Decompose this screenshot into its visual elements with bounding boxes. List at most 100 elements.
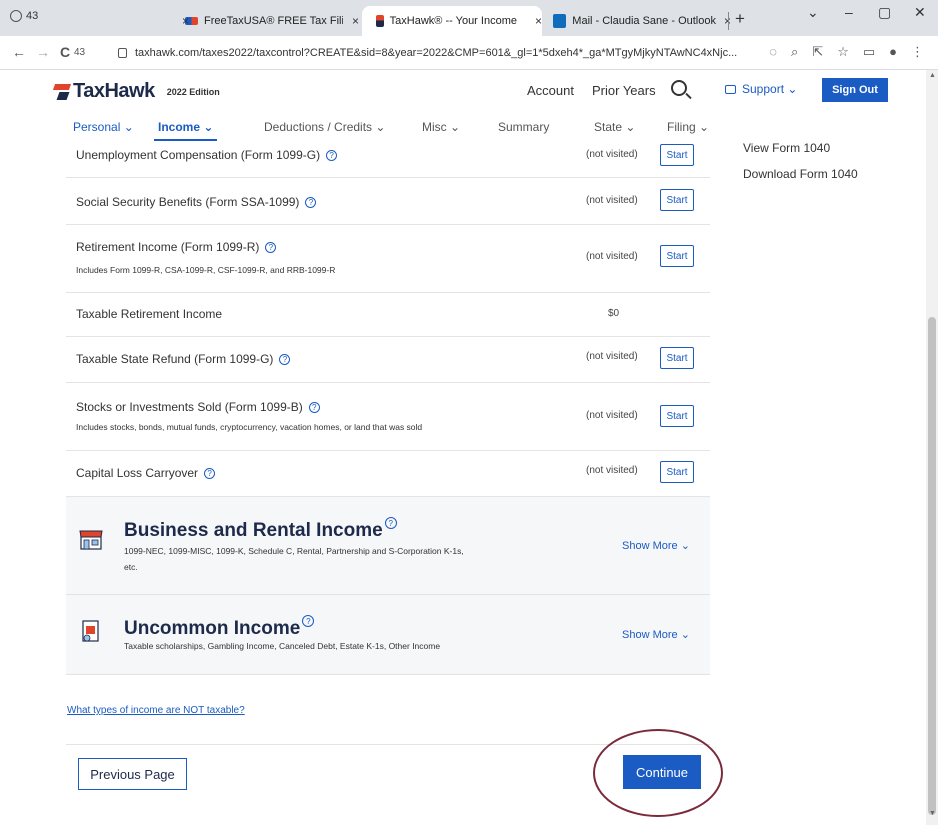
back-icon[interactable]: ← — [12, 44, 26, 60]
share-icon[interactable]: ⇱ — [812, 44, 823, 60]
chat-bubble-icon — [725, 84, 736, 94]
row-title-text: Taxable Retirement Income — [76, 307, 223, 321]
account-link[interactable]: Account — [527, 83, 574, 98]
row-title-text: Unemployment Compensation (Form 1099-G) — [76, 148, 321, 162]
hawk-logo-icon — [54, 82, 70, 102]
zoom-icon[interactable]: ⌕ — [791, 44, 798, 60]
url-bar[interactable]: taxhawk.com/taxes2022/taxcontrol?CREATE&… — [118, 42, 738, 64]
minimize-icon[interactable]: – — [845, 4, 853, 20]
prior-years-link[interactable]: Prior Years — [592, 83, 656, 98]
row-amount: $0 — [608, 308, 620, 319]
tab-state[interactable]: State ⌄ — [594, 120, 635, 134]
row-title: Social Security Benefits (Form SSA-1099)… — [76, 195, 317, 209]
not-taxable-help-link[interactable]: What types of income are NOT taxable? — [67, 705, 245, 716]
scroll-down-icon[interactable]: ▼ — [929, 810, 936, 817]
taxhawk-logo[interactable]: TaxHawk 2022 Edition — [54, 80, 220, 103]
help-icon[interactable]: ? — [302, 615, 315, 627]
section-title: Uncommon Income? — [124, 615, 315, 640]
bookmark-star-icon[interactable]: ☆ — [837, 44, 849, 60]
tab-count-icon — [10, 10, 22, 22]
tab-summary[interactable]: Summary — [498, 120, 549, 134]
income-row-unemployment: Unemployment Compensation (Form 1099-G)?… — [66, 140, 710, 178]
search-icon[interactable] — [671, 80, 687, 96]
menu-icon[interactable]: ⋮ — [911, 44, 924, 60]
section-description: 1099-NEC, 1099-MISC, 1099-K, Schedule C,… — [124, 546, 464, 572]
annotation-circle — [593, 729, 723, 817]
tab-misc[interactable]: Misc ⌄ — [422, 120, 460, 134]
download-form-1040-link[interactable]: Download Form 1040 — [743, 167, 858, 181]
start-button[interactable]: Start — [660, 189, 694, 211]
row-description: Includes Form 1099-R, CSA-1099-R, CSF-10… — [76, 265, 336, 275]
tab-count-label: 43 — [26, 10, 39, 22]
section-title: Business and Rental Income? — [124, 517, 397, 542]
row-status: (not visited) — [586, 465, 638, 476]
taxhawk-favicon-icon — [376, 15, 384, 27]
tab-filing[interactable]: Filing ⌄ — [667, 120, 709, 134]
section-uncommon-income: Uncommon Income? Taxable scholarships, G… — [66, 595, 710, 675]
start-button[interactable]: Start — [660, 347, 694, 369]
row-title-text: Retirement Income (Form 1099-R) — [76, 240, 260, 254]
main-nav: Personal ⌄ Income ⌄ Deductions / Credits… — [0, 114, 926, 141]
close-icon[interactable]: × — [535, 14, 542, 28]
row-title: Taxable Retirement Income — [76, 307, 222, 321]
tab-personal[interactable]: Personal ⌄ — [73, 120, 134, 134]
tab-deductions-credits[interactable]: Deductions / Credits ⌄ — [264, 120, 385, 134]
help-icon[interactable]: ? — [204, 467, 216, 479]
start-button[interactable]: Start — [660, 461, 694, 483]
url-text: taxhawk.com/taxes2022/taxcontrol?CREATE&… — [135, 47, 738, 59]
forward-icon[interactable]: → — [36, 44, 50, 60]
browser-address-bar: ← → C 43 taxhawk.com/taxes2022/taxcontro… — [0, 36, 938, 70]
tab-label: TaxHawk® -- Your Income — [389, 15, 517, 27]
edition-label: 2022 Edition — [166, 86, 220, 97]
show-more-button[interactable]: Show More ⌄ — [622, 539, 690, 552]
scrollbar-thumb[interactable] — [928, 317, 936, 815]
help-icon[interactable]: ? — [308, 401, 320, 413]
close-icon: × — [182, 14, 190, 28]
row-title-text: Stocks or Investments Sold (Form 1099-B) — [76, 400, 303, 414]
browser-tab-bar: 43 FreeTaxUSA® FREE Tax Filing × × TaxHa… — [0, 0, 938, 36]
section-title-text: Uncommon Income — [124, 618, 301, 639]
tab-income[interactable]: Income ⌄ — [153, 120, 218, 141]
new-tab-button[interactable]: + — [735, 9, 745, 29]
logo-text: TaxHawk — [73, 80, 155, 102]
start-button[interactable]: Start — [660, 405, 694, 427]
storefront-icon — [79, 530, 103, 550]
tab-outlook[interactable]: Mail - Claudia Sane - Outlook × — [553, 6, 731, 36]
eye-icon[interactable]: ◌ — [769, 44, 777, 60]
help-icon[interactable]: ? — [384, 517, 397, 529]
support-menu[interactable]: Support ⌄ — [725, 82, 797, 96]
income-row-state-refund: Taxable State Refund (Form 1099-G)? (not… — [66, 337, 710, 383]
lock-icon — [118, 48, 127, 58]
row-status: (not visited) — [586, 195, 638, 206]
tab-label: FreeTaxUSA® FREE Tax Filing — [203, 15, 343, 27]
reload-icon[interactable]: C — [60, 44, 70, 60]
row-title-text: Capital Loss Carryover — [76, 466, 199, 480]
row-title: Taxable State Refund (Form 1099-G)? — [76, 352, 291, 366]
start-button[interactable]: Start — [660, 245, 694, 267]
help-icon[interactable]: ? — [326, 149, 338, 161]
sign-out-button[interactable]: Sign Out — [822, 78, 888, 102]
help-icon[interactable]: ? — [279, 353, 291, 365]
scroll-up-icon[interactable]: ▲ — [929, 72, 936, 79]
tab-divider — [728, 12, 729, 30]
tab-search-button[interactable]: 43 — [10, 10, 38, 22]
view-form-1040-link[interactable]: View Form 1040 — [743, 141, 830, 155]
tab-list-icon[interactable]: ⌄ — [807, 4, 819, 21]
previous-page-button[interactable]: Previous Page — [78, 758, 187, 790]
tab-close-icon[interactable]: × — [344, 6, 359, 36]
tab-freetaxusa[interactable]: FreeTaxUSA® FREE Tax Filing — [185, 6, 343, 36]
profile-icon[interactable]: ● — [889, 44, 897, 60]
side-panel-icon[interactable]: ▭ — [863, 44, 875, 60]
maximize-icon[interactable]: ▢ — [878, 4, 891, 21]
row-title: Unemployment Compensation (Form 1099-G)? — [76, 148, 338, 162]
tab-close-icon[interactable]: × — [174, 6, 189, 36]
row-title: Retirement Income (Form 1099-R)? — [76, 240, 277, 254]
section-description: Taxable scholarships, Gambling Income, C… — [124, 641, 441, 651]
start-button[interactable]: Start — [660, 144, 694, 166]
window-close-icon[interactable]: ✕ — [914, 4, 926, 21]
page-scrollbar[interactable]: ▲ ▼ — [926, 70, 938, 825]
help-icon[interactable]: ? — [305, 196, 317, 208]
tab-taxhawk[interactable]: TaxHawk® -- Your Income × — [362, 6, 542, 36]
help-icon[interactable]: ? — [265, 241, 277, 253]
show-more-button[interactable]: Show More ⌄ — [622, 628, 690, 641]
